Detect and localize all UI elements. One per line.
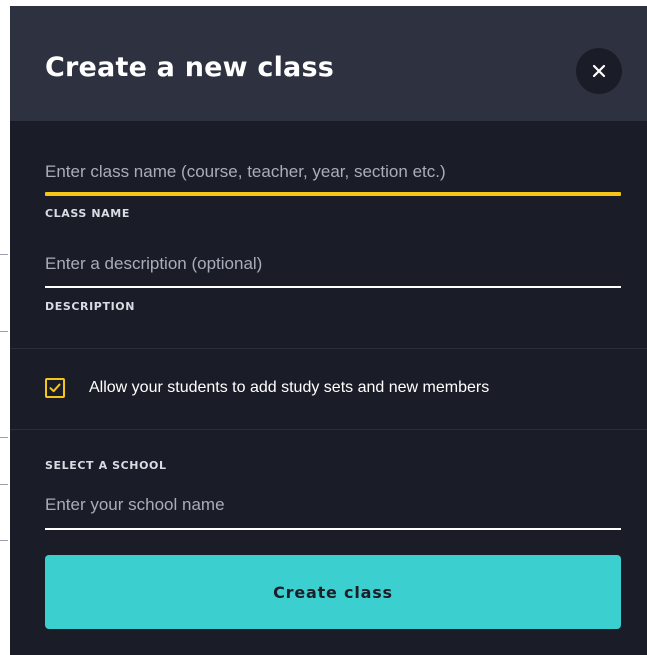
class-name-underline — [45, 192, 621, 196]
school-underline — [45, 528, 621, 530]
school-field — [45, 490, 621, 530]
background-page-edge — [0, 0, 10, 655]
background-divider — [0, 437, 8, 438]
background-divider — [0, 254, 8, 255]
school-label: SELECT A SCHOOL — [45, 459, 167, 472]
background-divider — [0, 484, 8, 485]
description-field — [45, 249, 621, 288]
dialog-header: Create a new class — [10, 6, 647, 121]
background-divider — [0, 540, 8, 541]
allow-members-label: Allow your students to add study sets an… — [89, 379, 490, 396]
allow-members-row[interactable]: Allow your students to add study sets an… — [45, 378, 605, 402]
class-name-input[interactable] — [45, 157, 621, 187]
description-underline — [45, 286, 621, 288]
background-divider — [0, 331, 8, 332]
description-input[interactable] — [45, 249, 621, 279]
section-divider — [10, 348, 647, 349]
section-divider — [10, 429, 647, 430]
school-input[interactable] — [45, 490, 621, 520]
close-icon — [592, 64, 606, 78]
dialog-title: Create a new class — [45, 52, 334, 83]
class-name-label: CLASS NAME — [45, 207, 130, 220]
checkmark-icon — [49, 383, 61, 393]
class-name-field — [45, 157, 621, 196]
create-class-button[interactable]: Create class — [45, 555, 621, 629]
create-class-dialog: Create a new class CLASS NAME DESCRIPTIO… — [10, 6, 647, 655]
allow-members-checkbox[interactable] — [45, 378, 65, 398]
description-label: DESCRIPTION — [45, 300, 136, 313]
close-button[interactable] — [576, 48, 622, 94]
